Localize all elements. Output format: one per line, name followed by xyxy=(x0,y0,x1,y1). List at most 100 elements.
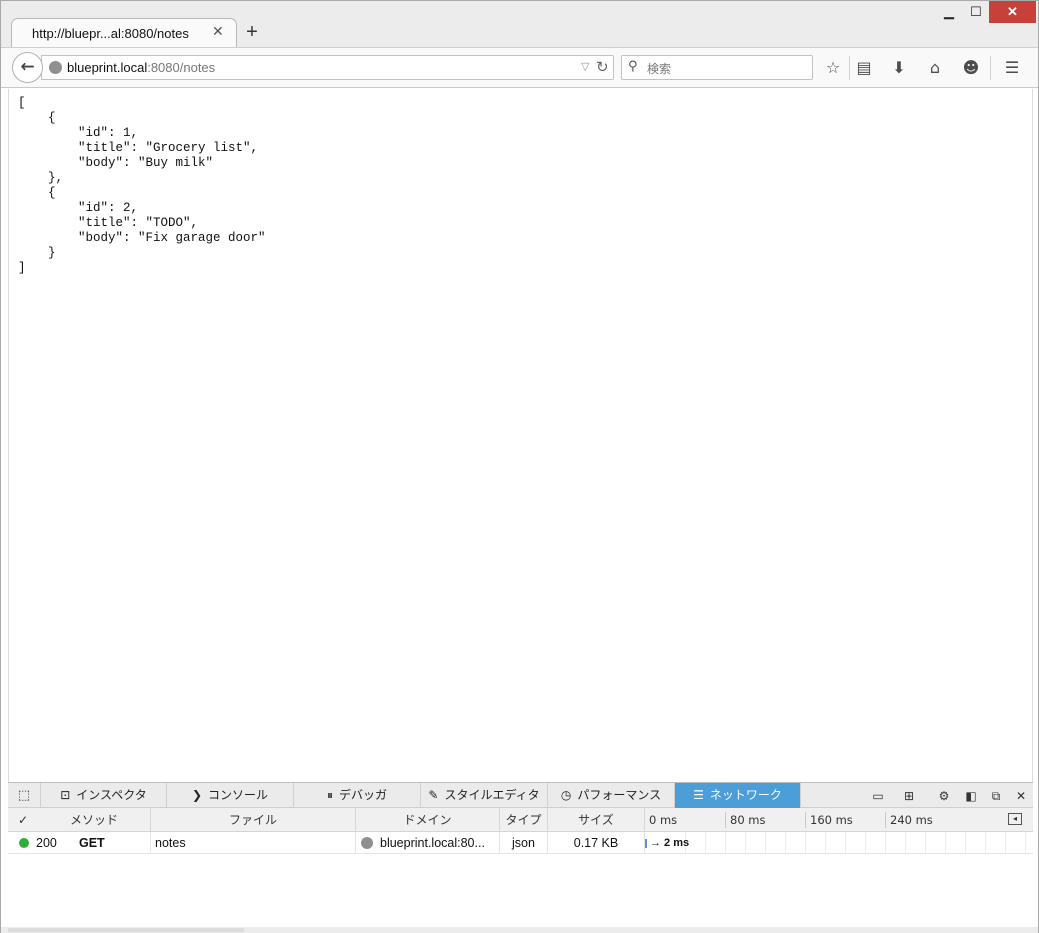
hello-icon[interactable]: ☻ xyxy=(960,57,982,79)
column-type[interactable]: タイプ xyxy=(500,808,548,832)
element-picker-icon[interactable]: ⬚ xyxy=(8,783,41,808)
waterfall-grid xyxy=(905,832,906,854)
timeline-tick: 80 ms xyxy=(730,813,766,827)
network-header: ✓ メソッド ファイル ドメイン タイプ サイズ 0 ms 80 ms 160 … xyxy=(8,808,1033,832)
debugger-icon: ⏸ xyxy=(326,788,333,802)
responsive-mode-icon[interactable]: ⊞ xyxy=(899,786,919,806)
performance-icon: ◷ xyxy=(560,788,572,802)
back-arrow-icon: ← xyxy=(20,57,35,77)
column-method[interactable]: メソッド xyxy=(38,808,151,832)
globe-icon xyxy=(361,837,373,849)
json-line: ] xyxy=(18,261,26,275)
tab-label: ネットワーク xyxy=(709,788,782,802)
url-bar[interactable]: blueprint.local:8080/notes ▽ ↻ xyxy=(41,55,614,80)
menu-icon[interactable]: ☰ xyxy=(1001,57,1023,79)
style-editor-icon: ✎ xyxy=(428,788,439,802)
tab-debugger[interactable]: ⏸ デバッガ xyxy=(294,783,421,808)
waterfall-grid xyxy=(725,832,726,854)
column-file[interactable]: ファイル xyxy=(151,808,356,832)
request-file: notes xyxy=(155,832,356,854)
waterfall-grid xyxy=(785,832,786,854)
tab-console[interactable]: ❯ コンソール xyxy=(167,783,294,808)
search-input[interactable]: ⚲ 検索 xyxy=(621,55,813,80)
status-ok-icon xyxy=(19,838,29,848)
tab-notes[interactable]: http://bluepr...al:8080/notes ✕ xyxy=(11,18,237,48)
url-text: blueprint.local:8080/notes xyxy=(67,60,215,75)
table-row[interactable]: 200 GET notes blueprint.local:80... json… xyxy=(8,832,1033,854)
dock-side-icon[interactable]: ◧ xyxy=(961,786,981,806)
waterfall-grid xyxy=(1025,832,1026,854)
json-line: { xyxy=(18,111,56,125)
star-icon[interactable]: ☆ xyxy=(822,57,844,79)
tab-title: http://bluepr...al:8080/notes xyxy=(32,26,189,41)
request-domain-cell: blueprint.local:80... xyxy=(356,832,500,854)
waterfall-grid xyxy=(965,832,966,854)
timing-value: → 2 ms xyxy=(650,837,690,849)
waterfall-grid xyxy=(1005,832,1006,854)
waterfall-grid xyxy=(765,832,766,854)
waterfall-grid xyxy=(805,832,806,854)
undock-icon[interactable]: ⧉ xyxy=(986,786,1006,806)
tab-network[interactable]: ☰ ネットワーク xyxy=(675,783,801,808)
reading-list-icon[interactable]: ▤ xyxy=(853,57,875,79)
column-size[interactable]: サイズ xyxy=(548,808,645,832)
network-empty-area xyxy=(8,854,1033,927)
tab-performance[interactable]: ◷ パフォーマンス xyxy=(548,783,675,808)
globe-icon xyxy=(49,61,62,74)
collapse-details-icon[interactable]: ◂ xyxy=(1008,813,1022,825)
waterfall-bar xyxy=(645,839,647,848)
settings-gear-icon[interactable]: ⚙ xyxy=(934,786,954,806)
request-type: json xyxy=(500,832,548,854)
page-content: [ { "id": 1, "title": "Grocery list", "b… xyxy=(8,89,1033,782)
console-icon: ❯ xyxy=(191,788,203,802)
waterfall-grid xyxy=(945,832,946,854)
column-status-check[interactable]: ✓ xyxy=(8,808,38,832)
tab-strip: http://bluepr...al:8080/notes ✕ + ▁ ☐ ✕ xyxy=(1,1,1038,48)
waterfall-grid xyxy=(865,832,866,854)
waterfall-grid xyxy=(885,832,886,854)
reload-icon[interactable]: ↻ xyxy=(596,58,609,76)
json-line: "body": "Fix garage door" xyxy=(18,231,266,245)
request-domain: blueprint.local:80... xyxy=(380,836,485,850)
status-code: 200 xyxy=(36,836,57,850)
search-icon: ⚲ xyxy=(628,59,638,74)
tab-close-icon[interactable]: ✕ xyxy=(212,24,224,40)
close-devtools-icon[interactable]: ✕ xyxy=(1011,786,1031,806)
browser-window: http://bluepr...al:8080/notes ✕ + ▁ ☐ ✕ … xyxy=(0,0,1039,933)
waterfall-grid xyxy=(925,832,926,854)
timeline-tick: 0 ms xyxy=(649,813,678,827)
json-line: "body": "Buy milk" xyxy=(18,156,214,170)
new-tab-button[interactable]: + xyxy=(242,21,262,44)
tab-inspector[interactable]: ⊡ インスペクタ xyxy=(41,783,167,808)
waterfall-grid xyxy=(705,832,706,854)
devtools-toolbar: ⬚ ⊡ インスペクタ ❯ コンソール ⏸ デバッガ ✎ スタイルエディタ ◷ パフォーマン… xyxy=(8,782,1033,808)
column-domain[interactable]: ドメイン xyxy=(356,808,500,832)
json-line: "title": "TODO", xyxy=(18,216,199,230)
request-timing: → 2 ms xyxy=(650,832,689,854)
url-history-dropdown-icon[interactable]: ▽ xyxy=(581,60,589,73)
json-line: { xyxy=(18,186,56,200)
url-host: blueprint.local xyxy=(67,60,148,75)
download-icon[interactable]: ⬇ xyxy=(888,57,910,79)
maximize-button[interactable]: ☐ xyxy=(965,1,987,23)
json-line: [ xyxy=(18,96,26,110)
request-size: 0.17 KB xyxy=(548,832,645,854)
timeline-tick: 160 ms xyxy=(810,813,853,827)
back-button[interactable]: ← xyxy=(12,52,43,83)
tab-label: インスペクタ xyxy=(76,788,147,802)
json-line: "id": 2, xyxy=(18,201,139,215)
request-method: GET xyxy=(79,832,151,854)
waterfall-grid xyxy=(825,832,826,854)
split-console-icon[interactable]: ▭ xyxy=(868,786,888,806)
toolbar-separator xyxy=(849,56,850,80)
tab-style-editor[interactable]: ✎ スタイルエディタ xyxy=(421,783,548,808)
json-line: } xyxy=(18,246,56,260)
tab-label: パフォーマンス xyxy=(577,788,662,802)
horizontal-scrollbar[interactable] xyxy=(8,928,244,932)
tab-label: スタイルエディタ xyxy=(444,788,540,802)
home-icon[interactable]: ⌂ xyxy=(924,57,946,79)
minimize-button[interactable]: ▁ xyxy=(938,1,960,23)
tab-label: デバッガ xyxy=(339,788,388,802)
close-window-button[interactable]: ✕ xyxy=(989,1,1036,23)
network-icon: ☰ xyxy=(693,788,704,802)
